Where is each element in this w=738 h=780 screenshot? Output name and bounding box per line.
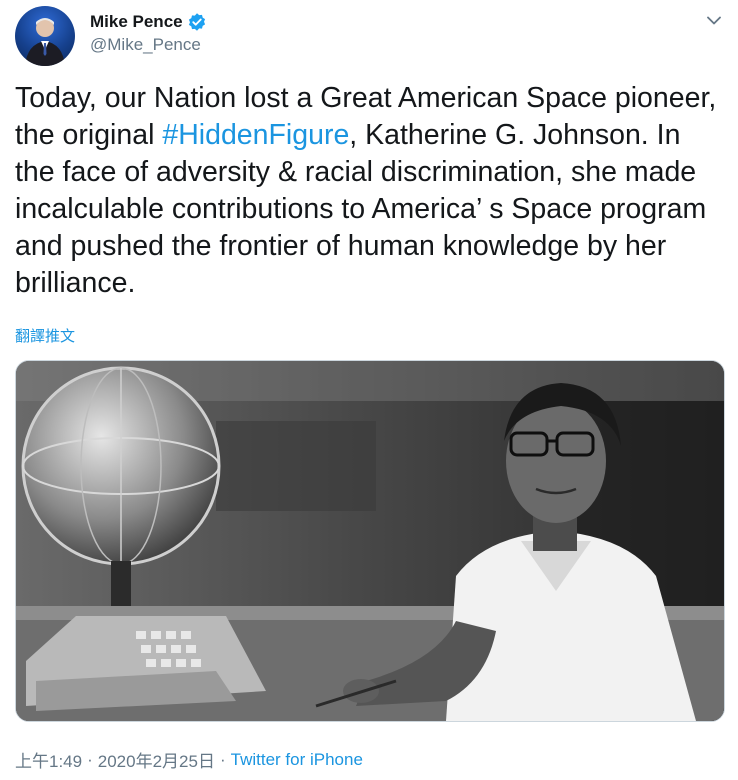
meta-separator: · — [87, 749, 93, 769]
tweet-date[interactable]: 2020年2月25日 — [98, 747, 215, 772]
tweet-time[interactable]: 上午1:49 — [15, 747, 82, 772]
author-name-row: Mike Pence — [90, 10, 207, 34]
tweet-meta: 上午1:49 · 2020年2月25日 · Twitter for iPhone — [15, 747, 363, 772]
historical-photo-icon — [16, 361, 724, 721]
verified-badge-icon — [187, 12, 207, 32]
meta-separator: · — [219, 749, 226, 769]
display-name[interactable]: Mike Pence — [90, 12, 183, 32]
avatar[interactable] — [15, 6, 75, 66]
hashtag-link[interactable]: #HiddenFigure — [162, 119, 349, 151]
user-handle[interactable]: @Mike_Pence — [90, 35, 201, 55]
tweet-source-link[interactable]: Twitter for iPhone — [231, 750, 363, 770]
tweet: Mike Pence @Mike_Pence Today, our Nation… — [0, 0, 738, 780]
more-options-chevron-down-icon[interactable] — [704, 10, 724, 30]
translate-tweet-link[interactable]: 翻譯推文 — [15, 325, 75, 346]
tweet-text: Today, our Nation lost a Great American … — [15, 80, 727, 302]
user-avatar-icon — [25, 18, 65, 66]
tweet-photo[interactable] — [15, 360, 725, 722]
